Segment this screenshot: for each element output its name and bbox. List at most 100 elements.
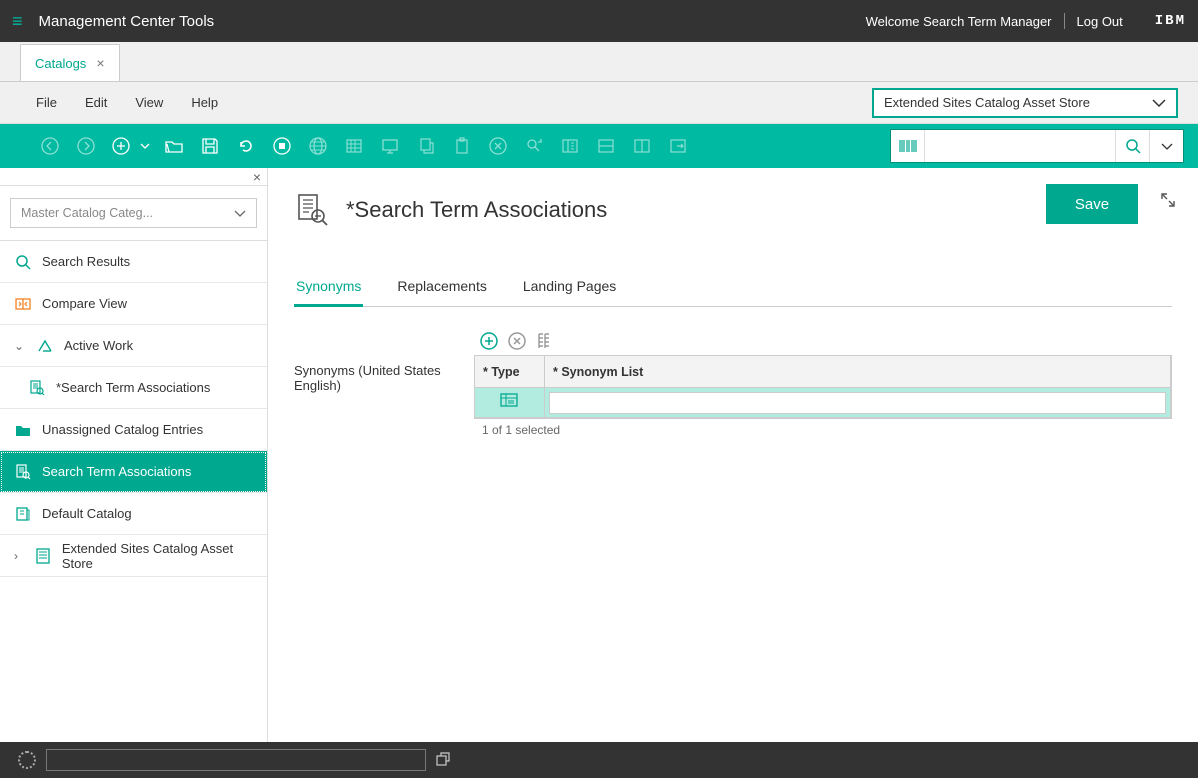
chevron-down-icon[interactable] — [1149, 130, 1183, 162]
popout-icon[interactable] — [436, 752, 450, 769]
search-icon[interactable] — [1115, 130, 1149, 162]
store-selector-label: Extended Sites Catalog Asset Store — [884, 95, 1090, 110]
menu-edit[interactable]: Edit — [85, 95, 107, 110]
folder-icon — [14, 421, 32, 439]
stop-icon[interactable] — [268, 132, 296, 160]
sidebar-item-default-catalog[interactable]: Default Catalog — [0, 493, 267, 535]
cell-type[interactable] — [475, 388, 545, 417]
save-icon[interactable] — [196, 132, 224, 160]
fullscreen-icon[interactable] — [1160, 192, 1176, 213]
chevron-down-icon — [234, 210, 246, 217]
add-row-icon[interactable] — [478, 330, 500, 352]
forward-icon[interactable] — [72, 132, 100, 160]
find-replace-icon[interactable] — [520, 132, 548, 160]
sidebar-item-label: *Search Term Associations — [56, 380, 210, 395]
sidebar-item-label: Default Catalog — [42, 506, 132, 521]
document-search-icon — [28, 379, 46, 397]
sidebar-item-sta-child[interactable]: *Search Term Associations — [0, 367, 267, 409]
compare-icon — [14, 295, 32, 313]
menu-bar: File Edit View Help Extended Sites Catal… — [0, 82, 1198, 124]
save-button[interactable]: Save — [1046, 184, 1138, 224]
explorer-sidebar: × Master Catalog Categ... Search Results… — [0, 168, 268, 742]
table-row[interactable] — [475, 388, 1171, 418]
monitor-icon[interactable] — [376, 132, 404, 160]
welcome-text: Welcome Search Term Manager — [866, 14, 1052, 29]
sidebar-item-unassigned[interactable]: Unassigned Catalog Entries — [0, 409, 267, 451]
status-bar — [0, 742, 1198, 778]
ibm-logo: IBM — [1155, 13, 1186, 29]
synonyms-grid: * Type * Synonym List — [474, 355, 1172, 419]
cell-synonym-list[interactable] — [545, 388, 1171, 417]
workspace-tab-strip: Catalogs × — [0, 42, 1198, 82]
sidebar-item-label: Extended Sites Catalog Asset Store — [62, 541, 253, 571]
tab-catalogs[interactable]: Catalogs × — [20, 44, 120, 81]
split-h-icon[interactable] — [592, 132, 620, 160]
sidebar-item-label: Compare View — [42, 296, 127, 311]
tab-synonyms[interactable]: Synonyms — [294, 268, 363, 307]
copy-icon[interactable] — [412, 132, 440, 160]
tab-replacements[interactable]: Replacements — [395, 268, 489, 306]
synonym-list-input[interactable] — [549, 392, 1166, 414]
top-bar: ≡ Management Center Tools Welcome Search… — [0, 0, 1198, 42]
sidebar-item-sta-selected[interactable]: Search Term Associations — [0, 451, 267, 493]
columns-icon[interactable] — [534, 330, 556, 352]
delete-row-icon[interactable] — [506, 330, 528, 352]
columns-icon[interactable] — [556, 132, 584, 160]
chevron-right-icon: › — [14, 549, 25, 563]
globe-icon[interactable] — [304, 132, 332, 160]
sidebar-item-label: Search Results — [42, 254, 130, 269]
tab-landing-pages[interactable]: Landing Pages — [521, 268, 618, 306]
chevron-down-icon: ⌄ — [14, 339, 26, 353]
synonym-type-icon — [500, 393, 520, 412]
chevron-down-icon — [1152, 95, 1166, 110]
paste-icon[interactable] — [448, 132, 476, 160]
barcode-icon[interactable] — [891, 130, 925, 162]
store-selector[interactable]: Extended Sites Catalog Asset Store — [872, 88, 1178, 118]
tab-label: Catalogs — [35, 56, 86, 71]
app-title: Management Center Tools — [39, 13, 215, 30]
hamburger-icon[interactable]: ≡ — [12, 11, 23, 32]
dropdown-label: Master Catalog Categ... — [21, 206, 153, 220]
column-header-synonym-list[interactable]: * Synonym List — [545, 356, 1171, 387]
action-toolbar — [0, 124, 1198, 168]
sidebar-collapse[interactable]: × — [0, 168, 267, 186]
sidebar-item-label: Search Term Associations — [42, 464, 191, 479]
open-folder-icon[interactable] — [160, 132, 188, 160]
sidebar-item-label: Active Work — [64, 338, 133, 353]
refresh-icon[interactable] — [232, 132, 260, 160]
sidebar-item-active-work[interactable]: ⌄ Active Work — [0, 325, 267, 367]
logout-link[interactable]: Log Out — [1077, 14, 1123, 29]
sidebar-item-compare-view[interactable]: Compare View — [0, 283, 267, 325]
menu-help[interactable]: Help — [191, 95, 218, 110]
grid-icon[interactable] — [340, 132, 368, 160]
menu-file[interactable]: File — [36, 95, 57, 110]
spinner-icon — [18, 751, 36, 769]
active-work-icon — [36, 337, 54, 355]
sidebar-item-search-results[interactable]: Search Results — [0, 241, 267, 283]
close-icon[interactable]: × — [96, 55, 104, 71]
catalog-icon — [14, 505, 32, 523]
grid-selection-status: 1 of 1 selected — [474, 419, 1172, 441]
synonyms-section-label: Synonyms (United States English) — [294, 327, 462, 441]
column-header-type[interactable]: * Type — [475, 356, 545, 387]
document-search-icon — [294, 192, 330, 228]
toolbar-search — [890, 129, 1184, 163]
sidebar-item-label: Unassigned Catalog Entries — [42, 422, 203, 437]
search-icon — [14, 253, 32, 271]
detail-tabs: Synonyms Replacements Landing Pages — [294, 268, 1172, 307]
chevron-down-icon[interactable] — [138, 132, 152, 160]
page-icon — [35, 547, 52, 565]
document-search-icon — [14, 463, 32, 481]
search-input[interactable] — [925, 130, 1115, 162]
catalog-filter-dropdown[interactable]: Master Catalog Categ... — [10, 198, 257, 228]
sidebar-item-extended-store[interactable]: › Extended Sites Catalog Asset Store — [0, 535, 267, 577]
back-icon[interactable] — [36, 132, 64, 160]
delete-icon[interactable] — [484, 132, 512, 160]
split-v-icon[interactable] — [628, 132, 656, 160]
status-input[interactable] — [46, 749, 426, 771]
menu-view[interactable]: View — [135, 95, 163, 110]
page-title: *Search Term Associations — [346, 197, 607, 223]
divider — [1064, 13, 1065, 29]
export-icon[interactable] — [664, 132, 692, 160]
new-icon[interactable] — [108, 132, 136, 160]
